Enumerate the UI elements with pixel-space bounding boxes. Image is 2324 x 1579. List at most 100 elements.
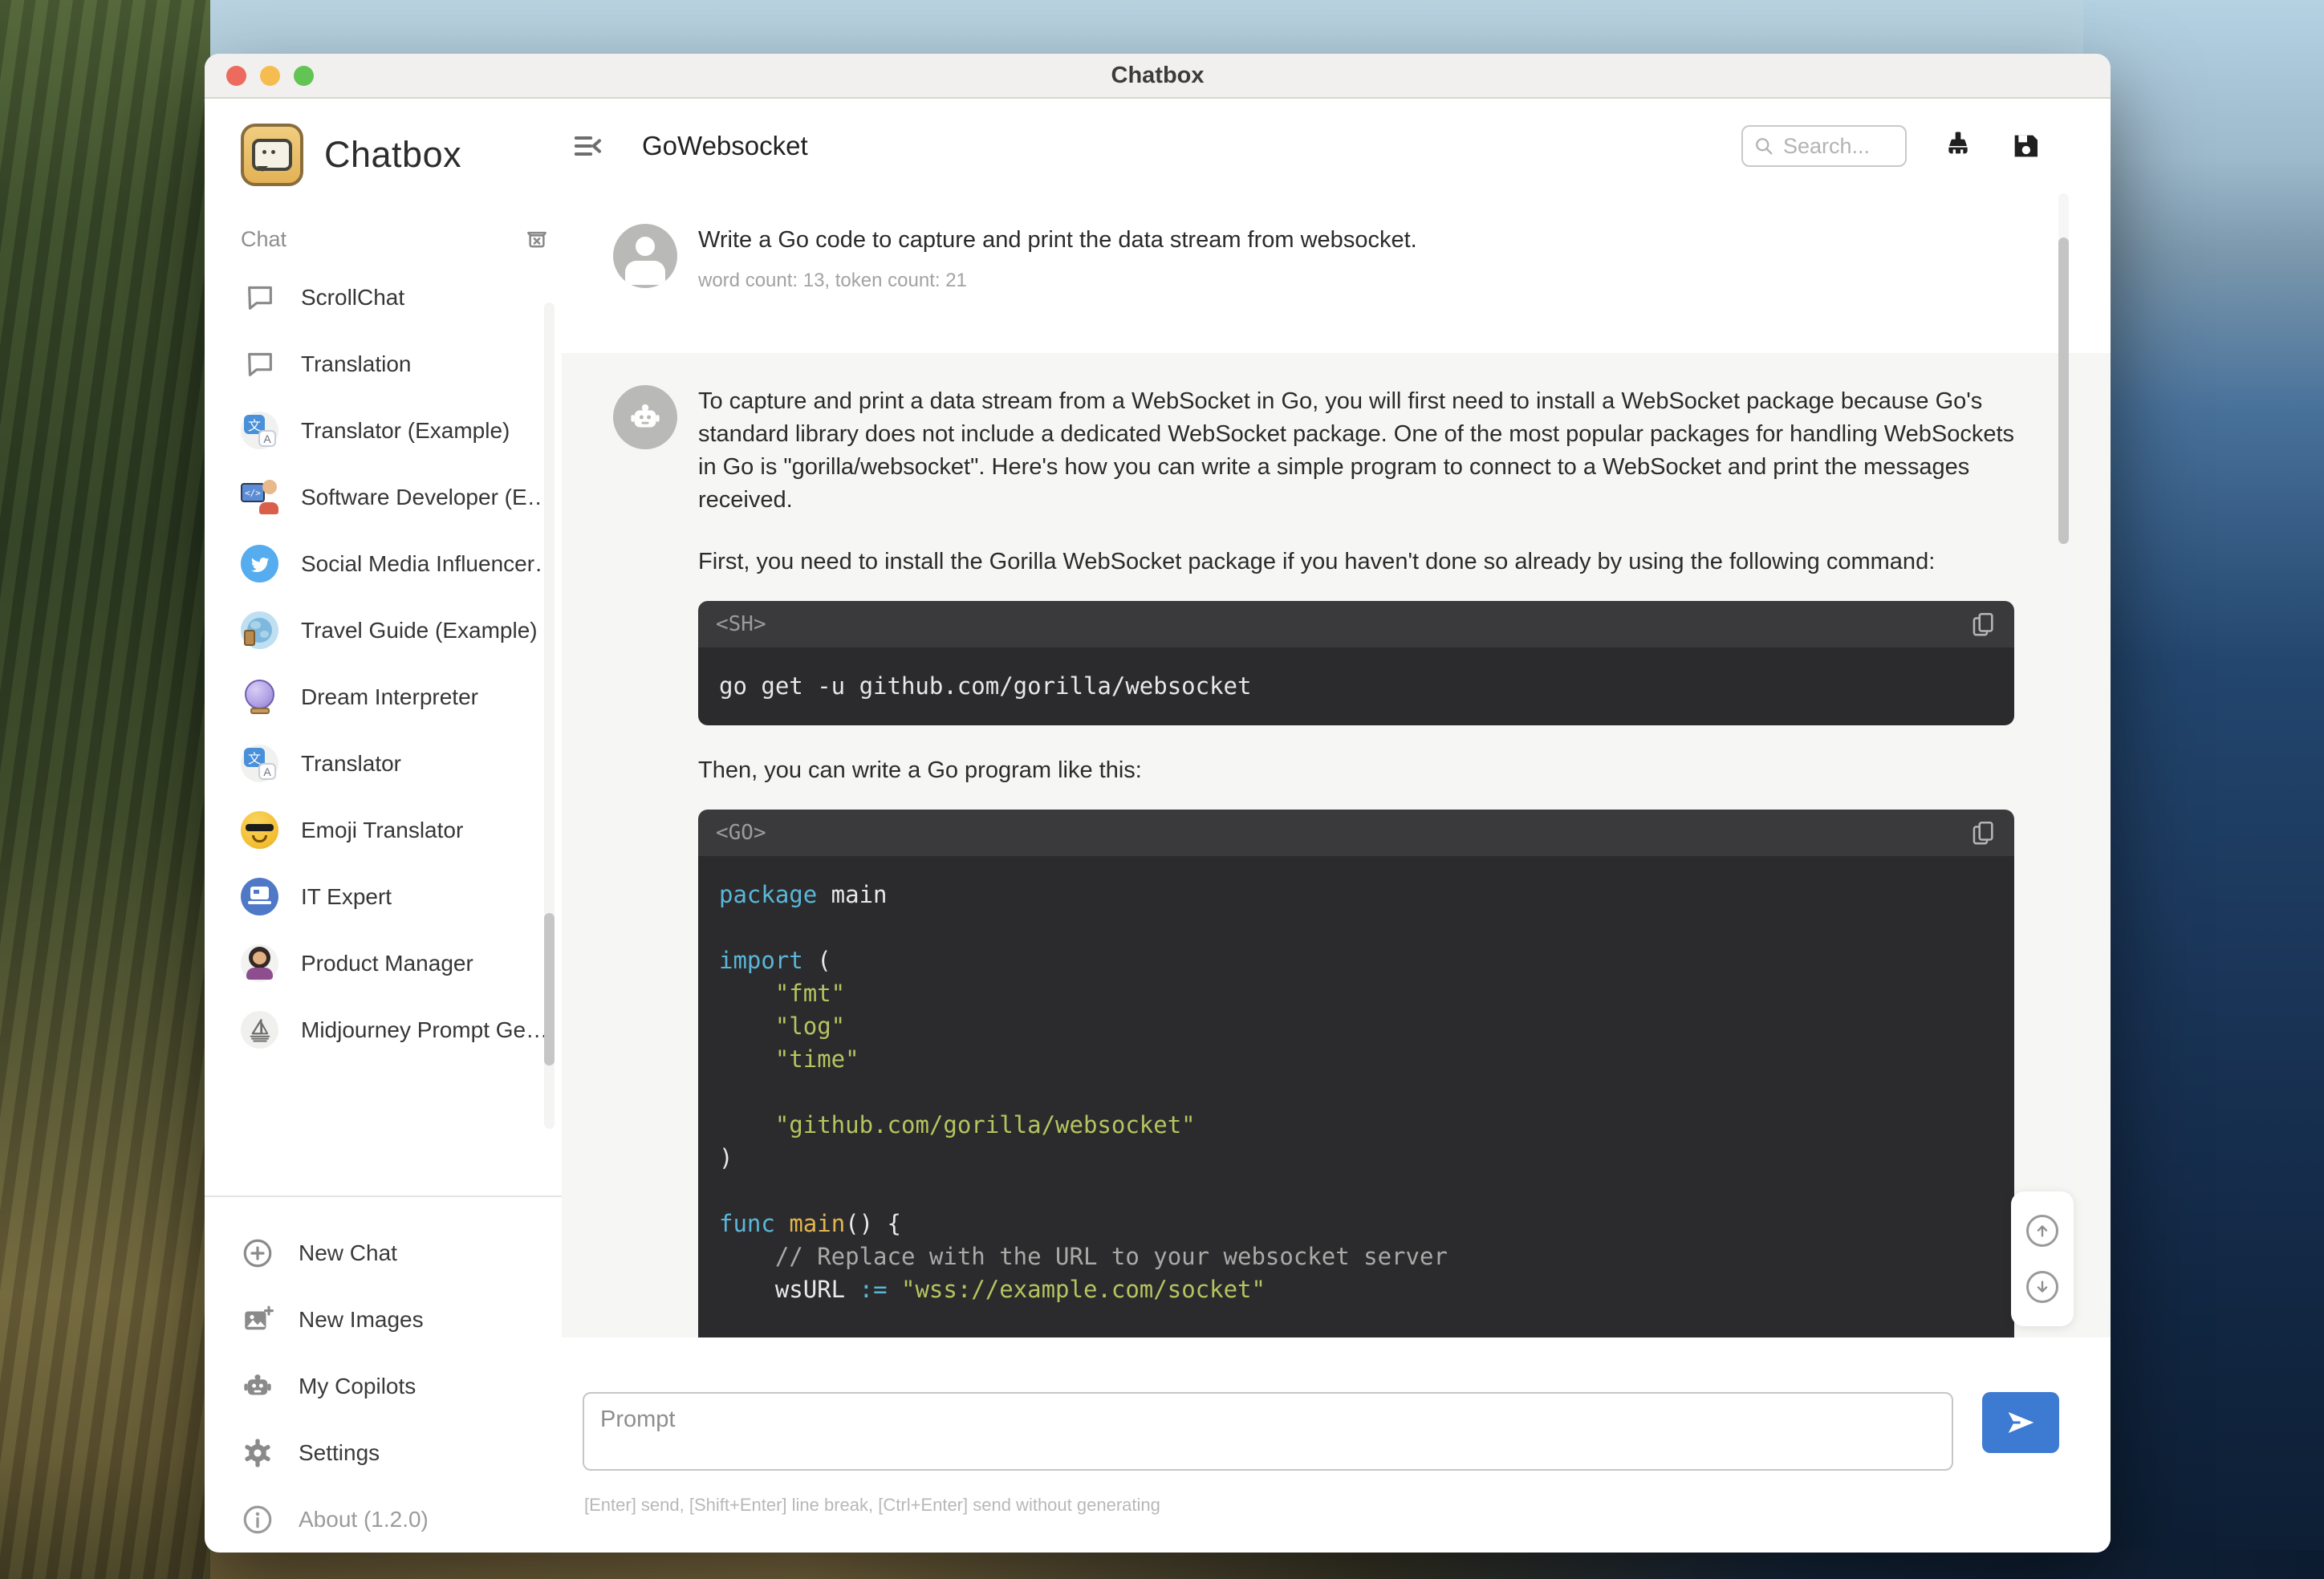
clean-messages-button[interactable] <box>1942 130 1974 162</box>
user-message-text: Write a Go code to capture and print the… <box>698 227 1417 253</box>
action-label: New Images <box>299 1306 424 1332</box>
woman-icon <box>241 944 278 982</box>
chat-item-emoji-translator[interactable]: Emoji Translator <box>241 797 562 863</box>
chat-item-dream-interpreter[interactable]: Dream Interpreter <box>241 664 562 730</box>
scroll-to-bottom-button[interactable] <box>2026 1271 2058 1303</box>
robot-icon <box>244 1374 271 1394</box>
brush-icon <box>1948 132 1968 154</box>
action-label: Settings <box>299 1439 380 1465</box>
sidebar-actions: New Chat New Images My Copilots Settings… <box>205 1197 562 1553</box>
arrow-up-icon <box>2037 1225 2048 1237</box>
code-language-label: <SH> <box>716 612 766 636</box>
save-session-button[interactable] <box>2009 130 2042 162</box>
main-panel: GoWebsocket Search... Write a Go code to… <box>562 99 2111 1553</box>
translate-icon: 文 A <box>241 745 278 782</box>
chat-item-travel-guide[interactable]: Travel Guide (Example) <box>241 597 562 664</box>
code-language-label: <GO> <box>716 821 766 845</box>
chat-item-label: Translator (Example) <box>301 417 510 443</box>
chat-item-label: Translation <box>301 351 412 376</box>
chat-item-label: Dream Interpreter <box>301 684 478 709</box>
action-label: My Copilots <box>299 1373 416 1398</box>
chat-item-label: Translator <box>301 750 402 776</box>
assistant-avatar <box>613 385 677 449</box>
translate-icon: 文 A <box>241 412 278 449</box>
chat-item-translator[interactable]: 文 A Translator <box>241 730 562 797</box>
desktop-wallpaper-shore <box>210 1550 2324 1579</box>
chat-list: ScrollChat Translation 文 A Translator (E… <box>205 264 562 1191</box>
user-message: Write a Go code to capture and print the… <box>562 193 2111 353</box>
image-plus-icon <box>245 1305 274 1329</box>
action-label: New Chat <box>299 1240 397 1265</box>
robot-face-icon <box>631 404 660 428</box>
user-avatar <box>613 224 677 288</box>
sailboat-icon <box>241 1011 278 1049</box>
arrow-down-icon <box>2037 1281 2048 1293</box>
sidebar: Chatbox Chat ScrollChat Translation 文 A … <box>205 99 562 1553</box>
info-circle-icon <box>243 1505 272 1533</box>
clear-chats-button[interactable] <box>523 225 551 253</box>
search-input[interactable]: Search... <box>1741 125 1907 167</box>
chat-scroll-area[interactable]: Write a Go code to capture and print the… <box>562 193 2111 1337</box>
chat-item-product-manager[interactable]: Product Manager <box>241 930 562 997</box>
prompt-input[interactable]: Prompt <box>583 1392 1953 1471</box>
assistant-paragraph: Then, you can write a Go program like th… <box>698 757 1142 783</box>
sidebar-scrollbar-thumb[interactable] <box>544 913 555 1066</box>
collapse-sidebar-button[interactable] <box>567 125 608 167</box>
chat-bubble-icon <box>241 278 278 316</box>
chat-item-label: Software Developer (E… <box>301 484 550 509</box>
chat-item-it-expert[interactable]: IT Expert <box>241 863 562 930</box>
chatbox-window: Chatbox Chatbox Chat ScrollChat Translat… <box>205 54 2111 1553</box>
code-block-go: <GO> package main import ( "fmt" "log" "… <box>698 810 2014 1337</box>
chat-item-label: Emoji Translator <box>301 817 464 842</box>
code-sh-content: go get -u github.com/gorilla/websocket <box>698 647 2014 725</box>
chat-item-software-developer[interactable]: </> Software Developer (E… <box>241 464 562 530</box>
scroll-tools-panel <box>2011 1191 2074 1326</box>
chat-item-label: ScrollChat <box>301 284 405 310</box>
copy-icon <box>1973 612 1993 636</box>
gear-icon <box>245 1439 270 1467</box>
save-floppy-icon <box>2014 135 2038 157</box>
scroll-to-top-button[interactable] <box>2026 1215 2058 1247</box>
new-images-button[interactable]: New Images <box>241 1286 562 1353</box>
composer-hint: [Enter] send, [Shift+Enter] line break, … <box>584 1495 1160 1515</box>
search-icon <box>1756 138 1773 155</box>
chat-item-translation[interactable]: Translation <box>241 331 562 397</box>
send-button[interactable] <box>1982 1392 2059 1453</box>
chat-item-label: Midjourney Prompt Ge… <box>301 1017 549 1042</box>
new-chat-button[interactable]: New Chat <box>241 1220 562 1286</box>
laptop-icon <box>241 878 278 915</box>
twitter-bird-icon <box>241 545 278 582</box>
globe-travel-icon <box>241 611 278 649</box>
my-copilots-button[interactable]: My Copilots <box>241 1353 562 1419</box>
code-block-sh: <SH> go get -u github.com/gorilla/websoc… <box>698 601 2014 725</box>
composer: Prompt [Enter] send, [Shift+Enter] line … <box>562 1337 2111 1553</box>
copy-code-button[interactable] <box>1969 819 1997 846</box>
conversation-title: GoWebsocket <box>642 131 808 160</box>
chat-item-label: IT Expert <box>301 883 392 909</box>
chat-item-translator-example[interactable]: 文 A Translator (Example) <box>241 397 562 464</box>
user-message-meta: word count: 13, token count: 21 <box>698 270 967 291</box>
prompt-placeholder: Prompt <box>600 1406 676 1432</box>
chatbox-logo-icon <box>241 124 303 186</box>
chat-item-scrollchat[interactable]: ScrollChat <box>241 264 562 331</box>
assistant-paragraph: To capture and print a data stream from … <box>698 388 2015 513</box>
desktop-wallpaper-ocean <box>2083 0 2324 1579</box>
chat-scrollbar-thumb[interactable] <box>2058 237 2069 544</box>
settings-button[interactable]: Settings <box>241 1419 562 1486</box>
plus-circle-icon <box>243 1239 272 1267</box>
action-label: About (1.2.0) <box>299 1506 429 1532</box>
window-titlebar[interactable]: Chatbox <box>205 54 2111 99</box>
search-placeholder: Search... <box>1783 133 1871 158</box>
chat-item-social-media-influencer[interactable]: Social Media Influencer… <box>241 530 562 597</box>
copy-code-button[interactable] <box>1969 611 1997 638</box>
developer-icon: </> <box>241 478 278 516</box>
sunglasses-face-icon <box>241 811 278 849</box>
assistant-message: To capture and print a data stream from … <box>562 353 2111 1337</box>
crystal-ball-icon <box>241 678 278 716</box>
window-title: Chatbox <box>1111 62 1205 88</box>
code-go-content: package main import ( "fmt" "log" "time"… <box>698 856 2014 1337</box>
chat-item-midjourney-prompt[interactable]: Midjourney Prompt Ge… <box>241 997 562 1063</box>
chat-item-label: Product Manager <box>301 950 473 976</box>
about-button[interactable]: About (1.2.0) <box>241 1486 562 1553</box>
app-brand: Chatbox <box>241 118 562 192</box>
